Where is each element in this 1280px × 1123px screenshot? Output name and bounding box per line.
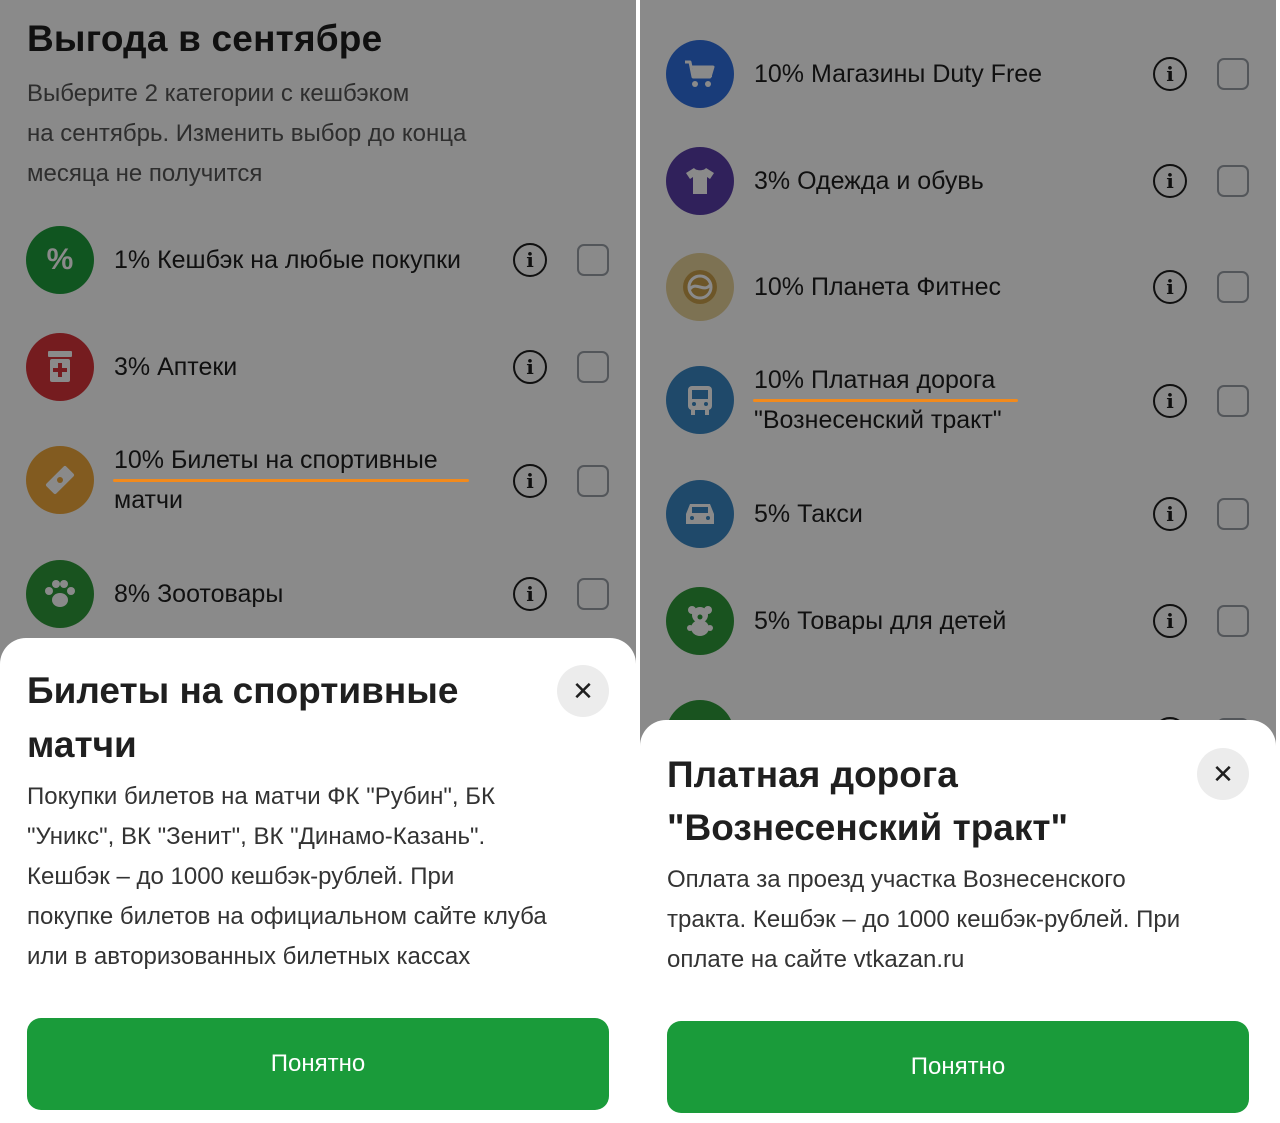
highlight-underline (113, 479, 469, 482)
close-icon: ✕ (1212, 758, 1234, 789)
left-screen: Выгода в сентябре Выберите 2 категории с… (0, 0, 636, 1123)
right-screen: 10% Магазины Duty Free i 3% Одежда и обу… (640, 0, 1276, 1123)
ok-button[interactable]: Понятно (667, 1021, 1249, 1113)
sheet-title-line2: матчи (27, 724, 137, 765)
close-icon: ✕ (572, 675, 594, 706)
description-line: или в авторизованных билетных кассах (27, 943, 471, 970)
sheet-title-line1: Билеты на спортивные (27, 670, 459, 711)
description-line: оплате на сайте vtkazan.ru (667, 946, 965, 973)
description-line: Оплата за проезд участка Вознесенского (667, 866, 1126, 893)
description-line: "Уникс", ВК "Зенит", ВК "Динамо-Казань". (27, 823, 486, 850)
highlight-underline (753, 399, 1018, 402)
sheet-description: Покупки билетов на матчи ФК "Рубин", БК … (27, 777, 547, 977)
description-line: тракта. Кешбэк – до 1000 кешбэк-рублей. … (667, 906, 1181, 933)
close-button[interactable]: ✕ (1197, 748, 1249, 800)
sheet-title-line1: Платная дорога (667, 754, 958, 795)
bottom-sheet: Платная дорога "Вознесенский тракт" ✕ Оп… (640, 720, 1276, 1123)
description-line: Кешбэк – до 1000 кешбэк-рублей. При (27, 863, 455, 890)
ok-button[interactable]: Понятно (27, 1018, 609, 1110)
sheet-title-line2: "Вознесенский тракт" (667, 807, 1069, 848)
sheet-description: Оплата за проезд участка Вознесенского т… (667, 860, 1180, 980)
description-line: Покупки билетов на матчи ФК "Рубин", БК (27, 783, 495, 810)
bottom-sheet: Билеты на спортивные матчи ✕ Покупки бил… (0, 638, 636, 1123)
close-button[interactable]: ✕ (557, 665, 609, 717)
description-line: покупке билетов на официальном сайте клу… (27, 903, 547, 930)
